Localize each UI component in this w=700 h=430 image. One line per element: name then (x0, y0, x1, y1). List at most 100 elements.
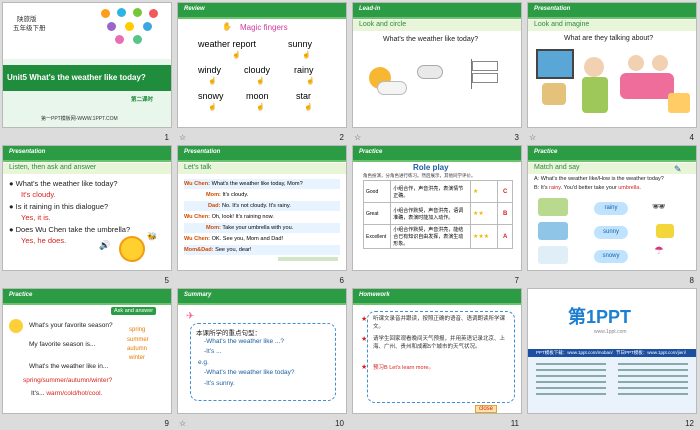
header-label: Review (184, 6, 205, 12)
transition-icon: ☆ (179, 133, 187, 142)
slide-thumb-1[interactable]: 陕旅版 五年级下册 Unit5 What's the weather like … (0, 0, 175, 143)
sunglasses-icon: 🕶 (652, 201, 666, 213)
slide-thumb-8[interactable]: Practice Match and say ✎ A: What's the w… (525, 143, 700, 286)
word: rainy (294, 65, 314, 75)
dialogue-line: Dad: No. It's not cloudy. It's rainy. (184, 201, 340, 211)
slide-thumb-7[interactable]: Practice Role play 角色扮演，分角色进行练习。然后展示，其他同… (350, 143, 525, 286)
slide-header: Presentation (178, 146, 346, 162)
hand-icon: ☝ (208, 78, 217, 85)
promo-slide: 第1PPT www.1ppt.com PPT模板下载：www.1ppt.com/… (527, 288, 697, 414)
header-label: Lead-in (359, 6, 381, 12)
slide-header: Practice (528, 146, 696, 162)
dialogue-line: Mom: Take your umbrella with you. (184, 223, 340, 233)
header-label: Homework (359, 292, 390, 298)
header-label: Practice (534, 149, 558, 155)
hand-icon: ☝ (208, 104, 217, 111)
reply: It's... warm/cold/hot/cool. (31, 390, 103, 397)
header-label: Practice (359, 149, 383, 155)
leadin-slide: Lead-in Look and circle What's the weath… (352, 2, 522, 128)
listen-slide: Presentation Listen, then ask and answer… (2, 145, 172, 271)
slide-thumb-10[interactable]: Summary ✈ 本课所学的重点句型： -What's the weather… (175, 286, 350, 429)
paper-plane-icon: ✈ (186, 311, 195, 322)
heading: Magic fingers (240, 23, 288, 32)
sentence: -It's ... (204, 348, 222, 355)
grade: 五年级下册 (13, 25, 46, 32)
slide-thumb-9[interactable]: Practice Ask and answer What's your favo… (0, 286, 175, 429)
slide-header: Practice (3, 289, 171, 305)
speaker-icon[interactable]: 🔊 (99, 240, 110, 251)
season-list: spring/summer/autumn/winter? (23, 377, 113, 384)
subheader: Look and imagine (528, 20, 696, 31)
season: summer (127, 337, 149, 343)
question: What's the weather like today? (15, 179, 118, 188)
word: snowy (198, 91, 224, 101)
word: cloudy (244, 65, 271, 75)
bee-icon (9, 319, 23, 333)
hand-icon: ☝ (306, 78, 315, 85)
table-row: Great 小组合作默契，声音洪亮，语调准确，表演时能加入动作。 ★★ B (362, 202, 513, 225)
slide-thumb-12[interactable]: 第1PPT www.1ppt.com PPT模板下载：www.1ppt.com/… (525, 286, 700, 429)
slide-number: 4 (689, 133, 694, 142)
homework-slide: Homework ★ 听课文录音并跟读，按照正确的语音、语调朗读所学课文。 ★ … (352, 288, 522, 414)
sunny-scene-image (538, 222, 568, 240)
title-slide: 陕旅版 五年级下册 Unit5 What's the weather like … (2, 2, 172, 128)
slide-thumb-5[interactable]: Presentation Listen, then ask and answer… (0, 143, 175, 286)
subheader-label: Match and say (534, 164, 580, 171)
slide-thumb-4[interactable]: Presentation Look and imagine What are t… (525, 0, 700, 143)
slide-number: 2 (339, 133, 344, 142)
dialogue-line: Wu Chen: What's the weather like today, … (184, 179, 340, 189)
table-row: Excellent 小组合作默契，声音洪亮，能结合已有知识自由发挥，表演生动形象… (362, 224, 513, 249)
word: moon (246, 91, 269, 101)
rubric-table: Good 小组合作，声音洪亮，表演情节正确。 ★ C Great 小组合作默契，… (362, 180, 513, 249)
dialogue-line: Wu Chen: Oh, look! It's raining now. (184, 214, 274, 220)
umbrella-icon: ☂ (654, 245, 664, 257)
question: Does Wu Chen take the umbrella? (15, 225, 131, 234)
slide-header: Presentation (528, 3, 696, 19)
slide-number: 10 (335, 419, 344, 428)
presentation-slide: Presentation Look and imagine What are t… (527, 2, 697, 128)
slide-number: 9 (164, 419, 169, 428)
option-pill[interactable]: snowy (594, 250, 628, 263)
answer-1: My favorite season is... (29, 341, 96, 348)
line-b: B: It's rainy. You'd better take your um… (534, 185, 641, 191)
slide-thumb-2[interactable]: Review Magic fingers ✋ weather report su… (175, 0, 350, 143)
homework-item: 听课文录音并跟读，按照正确的语音、语调朗读所学课文。 (373, 316, 506, 330)
header-label: Presentation (184, 149, 221, 155)
question: What are they talking about? (564, 35, 654, 42)
star-icon: ★ (361, 316, 368, 323)
word: sunny (288, 39, 313, 49)
logo-url: www.1ppt.com (594, 329, 627, 335)
question: Is it raining in this dialogue? (15, 202, 109, 211)
line-a: A: What's the weather like/How is the we… (534, 176, 664, 182)
close-button[interactable]: close (475, 405, 498, 413)
talk-slide: Presentation Let's talk Wu Chen: What's … (177, 145, 347, 271)
tag: Ask and answer (111, 307, 157, 315)
slide-number: 6 (339, 276, 344, 285)
homework-item: 预习B Let's learn more。 (373, 365, 434, 371)
slide-thumb-3[interactable]: Lead-in Look and circle What's the weath… (350, 0, 525, 143)
subheader: Match and say (528, 163, 696, 174)
ask-answer-slide: Practice Ask and answer What's your favo… (2, 288, 172, 414)
subheader-label: Let's talk (184, 164, 212, 171)
slide-thumb-6[interactable]: Presentation Let's talk Wu Chen: What's … (175, 143, 350, 286)
sunflower-icon (119, 236, 145, 262)
option-pill[interactable]: rainy (594, 202, 628, 215)
slide-thumb-11[interactable]: Homework ★ 听课文录音并跟读，按照正确的语音、语调朗读所学课文。 ★ … (350, 286, 525, 429)
answer: It's cloudy. (21, 190, 56, 199)
caption-right: 节日PPT模板：www.1ppt.com/jieri/ (616, 350, 687, 355)
slide-number: 5 (164, 276, 169, 285)
bee-icon: 🐝 (147, 232, 157, 241)
subheader: Look and circle (353, 20, 521, 31)
hand-icon: ☝ (256, 104, 265, 111)
hand-icon: ☝ (302, 52, 311, 59)
star-icon: ★ (361, 336, 368, 343)
subheader: Let's talk (178, 163, 346, 174)
subheader-label: Look and circle (359, 21, 407, 28)
question-1: What's your favorite season? (29, 322, 113, 329)
slide-number: 11 (510, 419, 519, 428)
coat-icon (656, 224, 674, 238)
homework-item: 请学生回家观看晚间天气预报，并用英语记录北京、上海、广州、贵州和成都5个城市的天… (373, 336, 506, 350)
table-row: Good 小组合作，声音洪亮，表演情节正确。 ★ C (362, 180, 513, 203)
option-pill[interactable]: sunny (594, 226, 628, 239)
slide-number: 1 (164, 133, 169, 142)
